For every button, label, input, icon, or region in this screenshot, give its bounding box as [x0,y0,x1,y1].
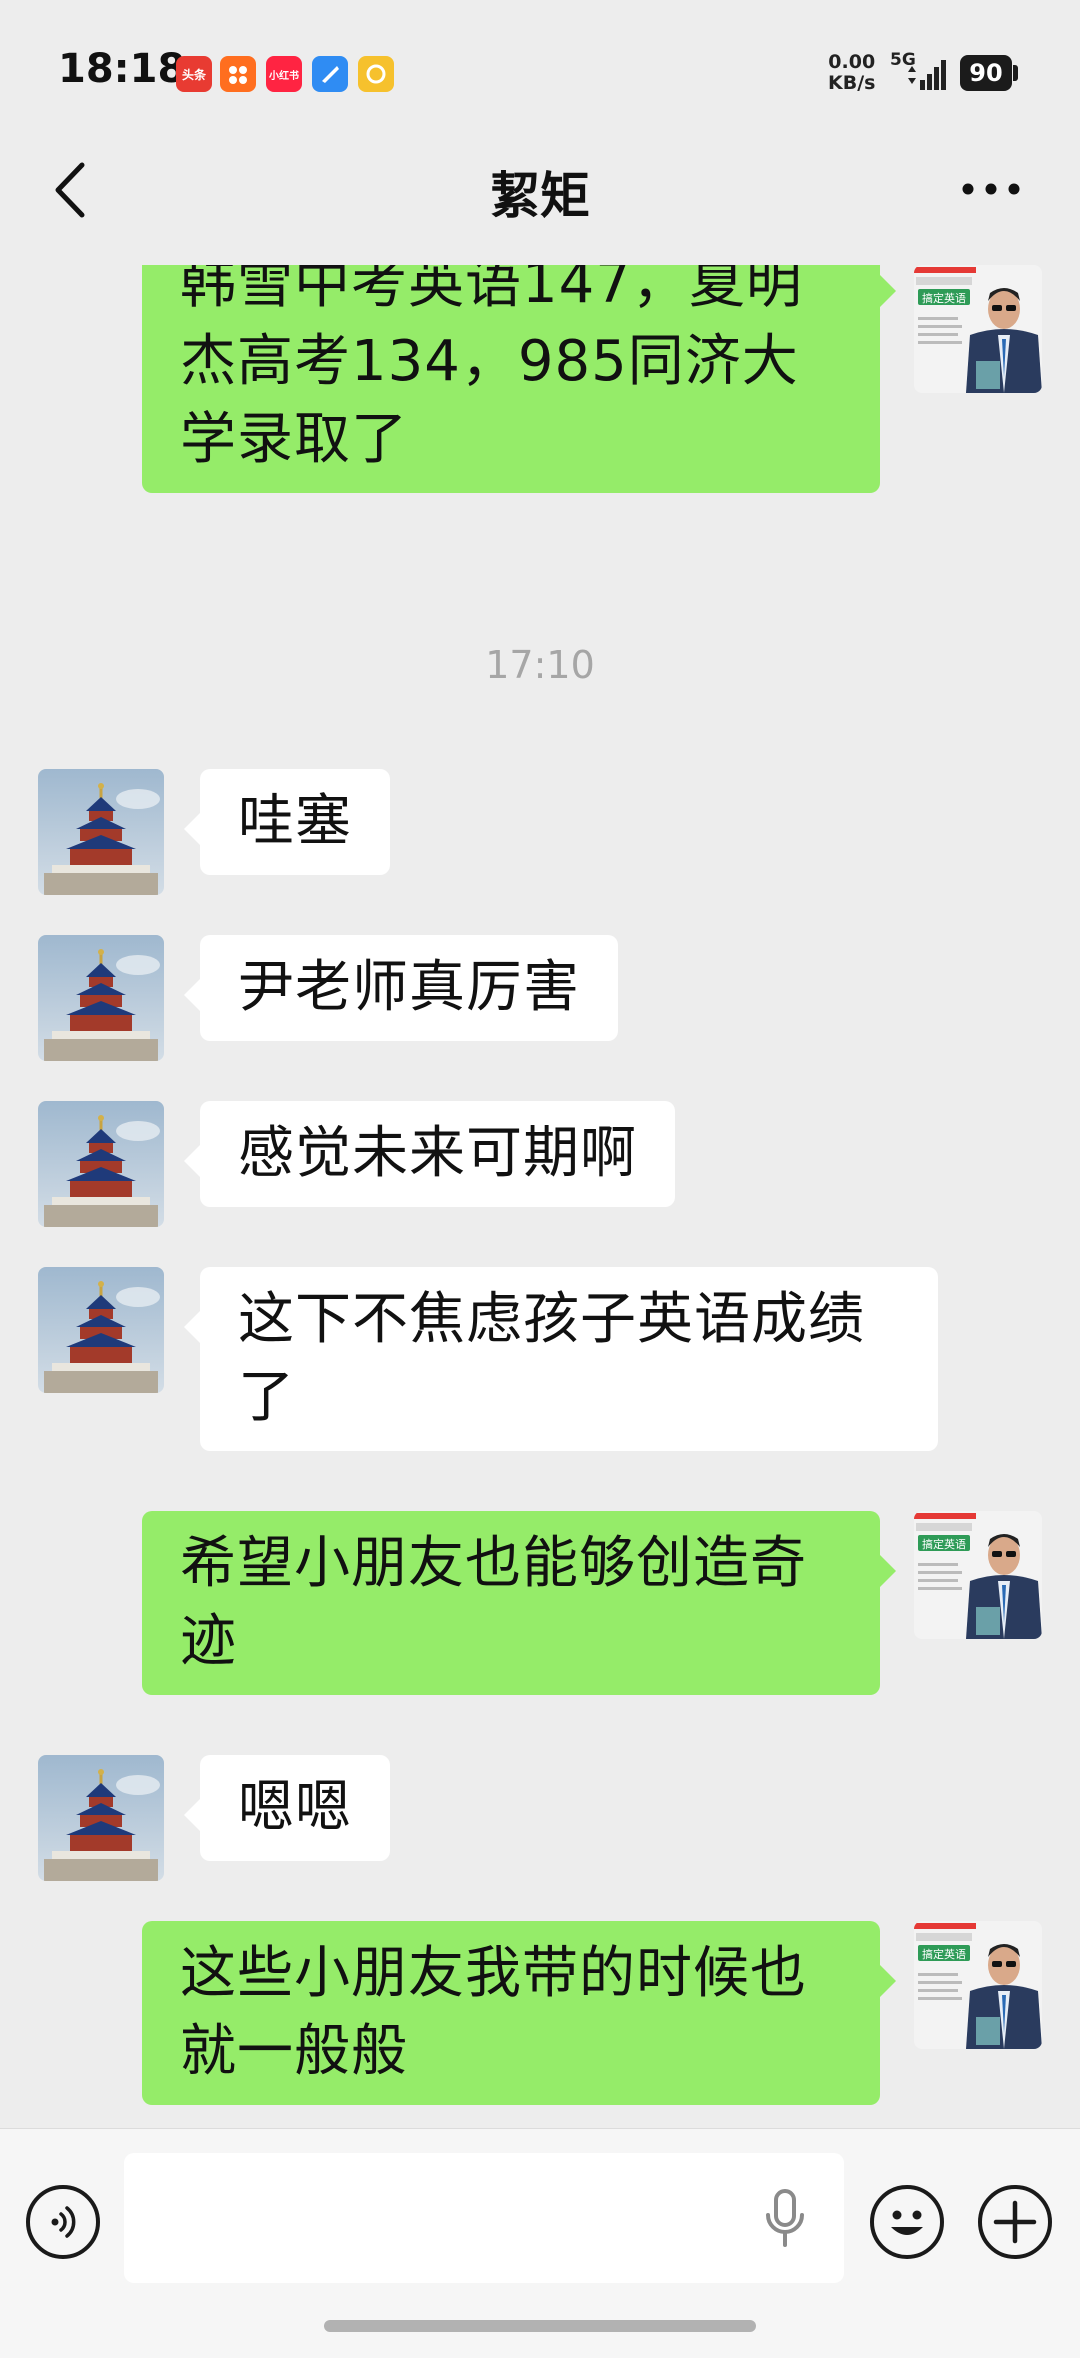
toutiao-icon: 头条 [176,56,212,92]
chat-screen: 18:18 头条 小红书 0.00 KB/s 5G 90 絜矩 韩雪中考英语14… [0,0,1080,2358]
app-yellow-icon [358,56,394,92]
contact-avatar[interactable] [38,1101,164,1227]
message-bubble-outgoing[interactable]: 韩雪中考英语147，夏明杰高考134，985同济大学录取了 [142,265,896,493]
back-button[interactable] [44,158,94,222]
self-avatar[interactable]: 搞定英语 [914,1921,1042,2049]
message-bubble-incoming[interactable]: 嗯嗯 [184,1755,390,1861]
message-timestamp: 17:10 [485,643,595,687]
contact-avatar[interactable] [38,935,164,1061]
more-button[interactable] [956,164,1026,214]
message-input[interactable] [124,2153,844,2283]
voice-input-button[interactable] [26,2185,100,2259]
chevron-left-icon [55,162,85,218]
app-orange-icon [220,56,256,92]
svg-text:搞定英语: 搞定英语 [922,1537,966,1551]
teacher-avatar-icon: 搞定英语 [914,1511,1042,1639]
app-blue-icon [312,56,348,92]
status-bar: 18:18 头条 小红书 0.00 KB/s 5G 90 [0,0,1080,150]
network-speed-value: 0.00 [828,51,876,73]
battery-tip [1013,65,1018,81]
smiley-icon [891,2210,923,2235]
chat-title: 絜矩 [490,167,590,225]
more-dots-icon [962,183,1020,195]
svg-text:搞定英语: 搞定英语 [922,291,966,305]
xiaohongshu-label: 小红书 [269,70,299,82]
contact-avatar[interactable] [38,1755,164,1881]
toutiao-label: 头条 [181,67,206,82]
temple-of-heaven-avatar-icon [38,1755,164,1881]
microphone-icon[interactable] [760,2187,810,2251]
temple-of-heaven-avatar-icon [38,935,164,1061]
home-indicator[interactable] [324,2320,756,2332]
message-list[interactable]: 韩雪中考英语147，夏明杰高考134，985同济大学录取了 搞定英语 17:10 [0,265,1080,2125]
xiaohongshu-icon: 小红书 [266,56,302,92]
message-bubble-outgoing[interactable]: 希望小朋友也能够创造奇迹 [142,1511,896,1695]
teacher-avatar-icon: 搞定英语 [914,265,1042,393]
contact-avatar[interactable] [38,769,164,895]
battery-level: 90 [969,59,1003,87]
plus-icon [993,2200,1037,2244]
message-bubble-incoming[interactable]: 这下不焦虑孩子英语成绩了 [184,1267,938,1451]
network-speed-unit: KB/s [828,72,876,94]
teacher-avatar-icon: 搞定英语 [914,1921,1042,2049]
network-speed: 0.00 KB/s [828,52,875,94]
emoji-button[interactable] [870,2185,944,2259]
svg-text:搞定英语: 搞定英语 [922,1947,966,1961]
message-bubble-incoming[interactable]: 尹老师真厉害 [184,935,618,1041]
more-functions-button[interactable] [978,2185,1052,2259]
temple-of-heaven-avatar-icon [38,1267,164,1393]
status-time: 18:18 [58,46,186,92]
temple-of-heaven-avatar-icon [38,1101,164,1227]
contact-avatar[interactable] [38,1267,164,1393]
self-avatar[interactable]: 搞定英语 [914,265,1042,393]
message-bubble-incoming[interactable]: 感觉未来可期啊 [184,1101,675,1207]
battery-icon: 90 [960,55,1012,91]
voice-icon [51,2206,76,2238]
message-bubble-incoming[interactable]: 哇塞 [184,769,390,875]
temple-of-heaven-avatar-icon [38,769,164,895]
signal-icon [908,60,946,90]
self-avatar[interactable]: 搞定英语 [914,1511,1042,1639]
message-bubble-outgoing[interactable]: 这些小朋友我带的时候也就一般般 [142,1921,896,2105]
